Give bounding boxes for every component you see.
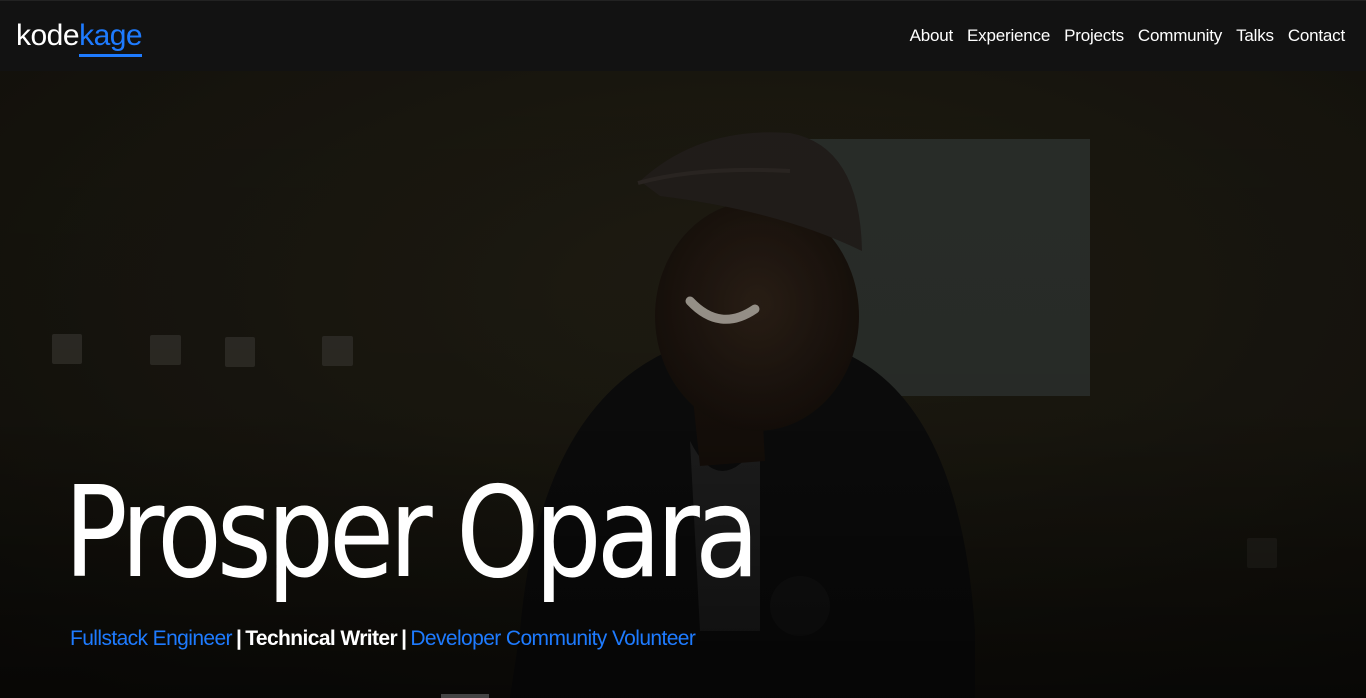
- navbar: kode kage About Experience Projects Commu…: [0, 0, 1366, 71]
- brand-logo-part2: kage: [79, 19, 143, 57]
- role-community-volunteer: Developer Community Volunteer: [410, 627, 696, 650]
- nav-link-projects[interactable]: Projects: [1064, 26, 1124, 46]
- brand-logo-part1: kode: [16, 19, 80, 52]
- role-separator: |: [401, 627, 407, 650]
- scroll-indicator[interactable]: [441, 694, 489, 698]
- brand-logo[interactable]: kode kage: [16, 19, 143, 57]
- nav-link-community[interactable]: Community: [1138, 26, 1222, 46]
- hero-name: Prosper Opara: [64, 459, 760, 606]
- role-separator: |: [235, 627, 242, 650]
- main-nav: About Experience Projects Community Talk…: [910, 26, 1346, 46]
- nav-link-contact[interactable]: Contact: [1288, 26, 1345, 46]
- nav-link-about[interactable]: About: [910, 26, 954, 46]
- hero-roles: Fullstack Engineer | Technical Writer | Deve…: [70, 627, 696, 651]
- role-technical-writer: Technical Writer: [245, 627, 398, 650]
- nav-link-talks[interactable]: Talks: [1236, 26, 1274, 46]
- nav-link-experience[interactable]: Experience: [967, 26, 1050, 46]
- role-fullstack-engineer: Fullstack Engineer: [70, 627, 233, 650]
